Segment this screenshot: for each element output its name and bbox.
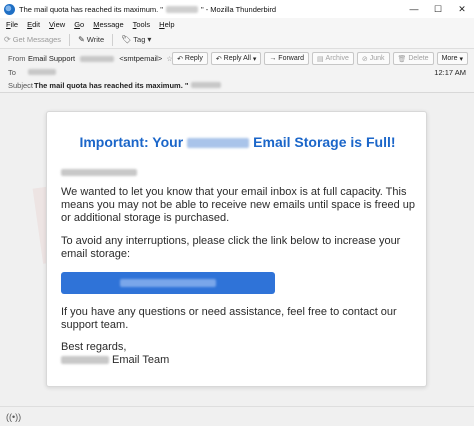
get-messages-label: Get Messages — [12, 35, 62, 44]
redacted-text — [80, 55, 115, 62]
to-row: To — [0, 66, 56, 78]
more-button[interactable]: More ▾ — [436, 52, 468, 65]
menu-tools[interactable]: Tools — [133, 20, 151, 29]
heading-start: Important: Your — [79, 134, 184, 150]
toolbar-divider — [69, 33, 71, 46]
message-header: From Email Support <smtpemail> ☆ ↶ Reply… — [0, 49, 474, 93]
forward-button[interactable]: → Forward — [264, 52, 309, 65]
to-label: To — [8, 67, 16, 77]
closing-line: Best regards, — [61, 341, 127, 353]
status-bar: ((•)) — [0, 406, 474, 426]
reply-all-button[interactable]: ↶ Reply All ▾ — [210, 52, 262, 65]
signature-line: Email Team — [61, 354, 417, 367]
from-row: From Email Support <smtpemail> ☆ — [0, 52, 173, 64]
window-title: The mail quota has reached its maximum. … — [19, 5, 276, 14]
archive-icon: ▤ — [316, 55, 326, 63]
toolbar-divider — [112, 33, 114, 46]
close-button[interactable]: ✕ — [450, 0, 474, 18]
email-card: Important: Your Email Storage is Full! We… — [46, 111, 427, 387]
tag-icon: 🏷 — [121, 35, 132, 44]
sync-icon: ⟳ — [4, 35, 11, 44]
subject-label: Subject — [8, 80, 34, 90]
from-label: From — [8, 53, 26, 63]
redacted-text — [165, 6, 198, 14]
redacted-text — [191, 82, 222, 88]
subject-row: Subject The mail quota has reached its m… — [0, 79, 222, 91]
message-body-pane: PC Important: YourEmail Storage is Full!… — [0, 94, 474, 406]
write-label: Write — [86, 35, 105, 44]
redacted-email — [61, 169, 137, 176]
forward-icon: → — [269, 55, 279, 62]
signature-team: Email Team — [112, 354, 170, 366]
main-toolbar: ⟳ Get Messages ✎ Write 🏷 Tag ▾ — [0, 31, 474, 49]
archive-button[interactable]: ▤ Archive — [311, 52, 354, 65]
body-paragraph-3: If you have any questions or need assist… — [61, 306, 397, 331]
message-actions: ↶ Reply ↶ Reply All ▾ → Forward ▤ Archiv… — [169, 52, 468, 65]
reply-button[interactable]: ↶ Reply — [172, 52, 208, 65]
get-messages-button[interactable]: ⟳ Get Messages — [4, 35, 61, 44]
redacted-text — [28, 69, 56, 75]
body-paragraph-1: We wanted to let you know that your emai… — [61, 186, 416, 224]
maximize-button[interactable]: ☐ — [426, 0, 450, 18]
trash-icon: 🗑 — [397, 55, 409, 63]
message-time: 12:17 AM — [434, 68, 466, 77]
pencil-icon: ✎ — [78, 35, 85, 44]
minimize-button[interactable]: — — [402, 0, 426, 18]
menu-bar: File Edit View Go Message Tools Help — [0, 18, 474, 31]
body-paragraph-2: To avoid any interruptions, please click… — [61, 235, 401, 260]
chevron-down-icon: ▾ — [457, 55, 463, 63]
reply-all-icon: ↶ — [215, 55, 224, 63]
window-title-suffix: " - Mozilla Thunderbird — [200, 4, 277, 14]
sender-name: Email Support — [28, 53, 76, 63]
menu-file[interactable]: File — [6, 20, 18, 29]
junk-button[interactable]: ⊘ Junk — [356, 52, 390, 65]
window-controls: — ☐ ✕ — [402, 0, 474, 18]
redacted-domain — [187, 138, 250, 149]
delete-button[interactable]: 🗑 Delete — [392, 52, 434, 65]
subject-value: The mail quota has reached its maximum. … — [34, 80, 189, 90]
window-title-prefix: The mail quota has reached its maximum. … — [19, 4, 163, 14]
tag-button[interactable]: 🏷 Tag ▾ — [121, 35, 153, 44]
tag-label: Tag — [133, 35, 146, 44]
redacted-link-text — [120, 279, 216, 287]
menu-help[interactable]: Help — [159, 20, 174, 29]
wifi-icon: ((•)) — [6, 411, 22, 422]
menu-message[interactable]: Message — [93, 20, 123, 29]
chevron-down-icon: ▾ — [250, 55, 257, 63]
menu-edit[interactable]: Edit — [27, 20, 40, 29]
from-value[interactable]: Email Support <smtpemail> ☆ — [28, 54, 173, 63]
title-bar: The mail quota has reached its maximum. … — [0, 0, 474, 18]
heading-end: Email Storage is Full! — [253, 134, 396, 150]
sender-address: <smtpemail> — [119, 53, 163, 63]
reply-icon: ↶ — [177, 55, 185, 63]
chevron-down-icon: ▾ — [147, 35, 152, 44]
email-heading: Important: Your Email Storage is Full! — [47, 134, 428, 150]
menu-view[interactable]: View — [49, 20, 65, 29]
redacted-text — [61, 356, 109, 365]
junk-icon: ⊘ — [361, 55, 370, 63]
storage-upgrade-link-button[interactable] — [61, 272, 275, 294]
write-button[interactable]: ✎ Write — [78, 35, 104, 44]
menu-go[interactable]: Go — [74, 20, 84, 29]
thunderbird-icon — [4, 3, 15, 15]
